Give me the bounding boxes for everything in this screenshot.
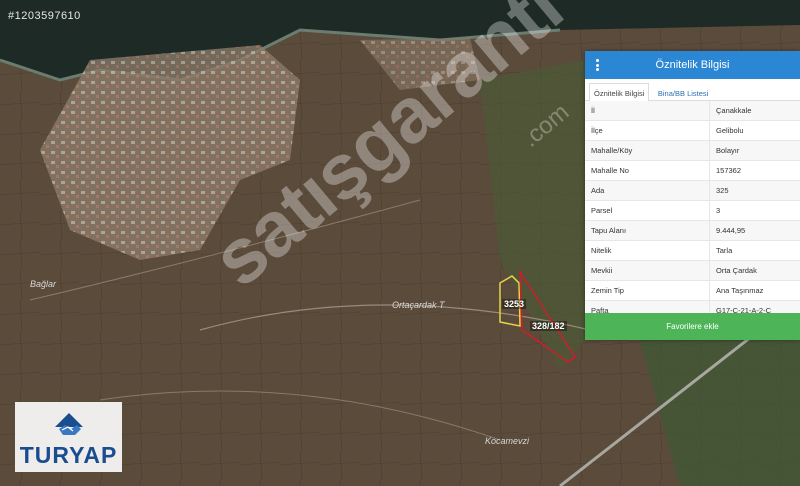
handshake-icon bbox=[55, 413, 83, 435]
table-row: İl Çanakkale bbox=[585, 101, 800, 121]
map-label-kocamevzi: Kocamevzi bbox=[485, 436, 530, 446]
panel-tabs: Öznitelik Bilgisi Bina/BB Listesi bbox=[585, 79, 800, 104]
row-key: İlçe bbox=[591, 126, 603, 135]
table-row: İlçe Gelibolu bbox=[585, 121, 800, 141]
row-value: Gelibolu bbox=[709, 121, 800, 140]
row-key: Mahalle No bbox=[591, 166, 629, 175]
listing-id: #1203597610 bbox=[8, 10, 81, 22]
table-row: Nitelik Tarla bbox=[585, 241, 800, 261]
row-value: Tarla bbox=[709, 241, 800, 260]
panel-header: Öznitelik Bilgisi bbox=[585, 51, 800, 79]
logo-text: TURYAP bbox=[19, 442, 118, 468]
table-row: Zemin Tip Ana Taşınmaz bbox=[585, 281, 800, 301]
panel-title: Öznitelik Bilgisi bbox=[655, 59, 730, 71]
row-value: Çanakkale bbox=[709, 101, 800, 120]
row-key: Tapu Alanı bbox=[591, 226, 627, 235]
row-key: Parsel bbox=[591, 206, 613, 215]
row-key: İl bbox=[591, 106, 595, 115]
attribute-table: İl Çanakkale İlçe Gelibolu Mahalle/Köy Bola… bbox=[585, 101, 800, 321]
row-value: Ana Taşınmaz bbox=[709, 281, 800, 300]
row-value: 3 bbox=[709, 201, 800, 220]
row-key: Mevkii bbox=[591, 266, 613, 275]
row-value: 157362 bbox=[709, 161, 800, 180]
parcel-label-3253: 3253 bbox=[502, 299, 527, 309]
table-row: Tapu Alanı 9.444,95 bbox=[585, 221, 800, 241]
row-value: 9.444,95 bbox=[709, 221, 800, 240]
parcel-label-328-182: 328/182 bbox=[530, 321, 567, 331]
table-row: Mevkii Orta Çardak bbox=[585, 261, 800, 281]
turyap-logo: TURYAP bbox=[15, 402, 122, 472]
row-value: Bolayır bbox=[709, 141, 800, 160]
table-row: Ada 325 bbox=[585, 181, 800, 201]
table-row: Mahalle No 157362 bbox=[585, 161, 800, 181]
add-to-favorites-button[interactable]: Favorilere ekle bbox=[585, 313, 800, 340]
attribute-panel: Öznitelik Bilgisi Öznitelik Bilgisi Bina… bbox=[585, 51, 800, 340]
row-value: 325 bbox=[709, 181, 800, 200]
row-key: Nitelik bbox=[591, 246, 612, 255]
map-label-baglar: Bağlar bbox=[30, 279, 57, 289]
map-label-ortacardak: Ortaçardak T bbox=[392, 300, 445, 310]
row-key: Mahalle/Köy bbox=[591, 146, 633, 155]
row-value: Orta Çardak bbox=[709, 261, 800, 280]
row-key: Zemin Tip bbox=[591, 286, 624, 295]
table-row: Mahalle/Köy Bolayır bbox=[585, 141, 800, 161]
table-row: Parsel 3 bbox=[585, 201, 800, 221]
row-key: Ada bbox=[591, 186, 605, 195]
